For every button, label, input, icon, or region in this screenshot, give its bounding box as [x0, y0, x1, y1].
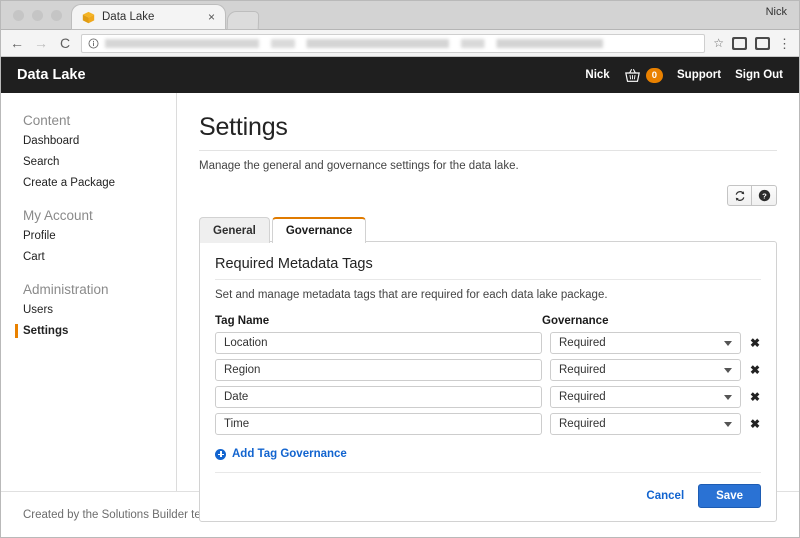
chevron-down-icon — [724, 368, 732, 373]
browser-profile-label[interactable]: Nick — [766, 6, 787, 18]
cart-button[interactable]: 0 — [624, 68, 663, 83]
refresh-icon — [734, 190, 746, 202]
tab-governance[interactable]: Governance — [272, 217, 366, 243]
table-header: Tag Name Governance — [215, 315, 761, 327]
tag-name-input[interactable]: Time — [215, 413, 542, 435]
forward-arrow-icon: → — [33, 36, 49, 50]
refresh-button[interactable] — [727, 185, 752, 206]
sign-out-link[interactable]: Sign Out — [735, 69, 783, 81]
sidebar-item-create-a-package[interactable]: Create a Package — [1, 173, 176, 194]
settings-tabs: General Governance — [199, 216, 777, 242]
browser-tab-title: Data Lake — [102, 11, 199, 23]
sidebar-item-settings[interactable]: Settings — [1, 321, 176, 342]
header-username[interactable]: Nick — [585, 69, 609, 81]
governance-select-value: Required — [559, 414, 724, 434]
page-toolbar-group: ? — [727, 185, 777, 206]
governance-select[interactable]: Required — [550, 413, 741, 435]
browser-tab-bar: Data Lake × Nick — [1, 1, 799, 30]
svg-text:?: ? — [762, 191, 767, 200]
table-row: Location Required ✖ — [215, 332, 761, 354]
add-tag-governance-label: Add Tag Governance — [232, 448, 347, 460]
browser-window: Data Lake × Nick ← → C ☆ ⋮ Data Lake Nic… — [0, 0, 800, 538]
delete-row-icon[interactable]: ✖ — [749, 391, 761, 403]
governance-select[interactable]: Required — [550, 332, 741, 354]
chevron-down-icon — [724, 422, 732, 427]
plus-circle-icon — [215, 449, 226, 460]
browser-tab[interactable]: Data Lake × — [72, 5, 225, 29]
address-bar-url-redacted — [105, 39, 698, 48]
application: Data Lake Nick 0 Support Sign Out Conte — [1, 57, 799, 537]
title-divider — [199, 150, 777, 151]
chevron-down-icon — [724, 395, 732, 400]
tag-name-input[interactable]: Region — [215, 359, 542, 381]
governance-select[interactable]: Required — [550, 359, 741, 381]
footer-text-before: Created by the Solutions Builder team. — [23, 509, 223, 521]
governance-select[interactable]: Required — [550, 386, 741, 408]
help-circle-icon: ? — [758, 189, 771, 202]
maximize-window-button[interactable] — [51, 10, 62, 21]
app-brand[interactable]: Data Lake — [17, 67, 86, 83]
extension-icon-one[interactable] — [732, 37, 747, 50]
chevron-down-icon — [724, 341, 732, 346]
delete-row-icon[interactable]: ✖ — [749, 337, 761, 349]
browser-menu-icon[interactable]: ⋮ — [778, 37, 791, 50]
reload-icon[interactable]: C — [57, 36, 73, 50]
save-button[interactable]: Save — [698, 484, 761, 508]
sidebar-group-my-account: My Account — [1, 208, 176, 226]
app-header-actions: Nick 0 Support Sign Out — [585, 68, 783, 83]
sidebar-item-users[interactable]: Users — [1, 300, 176, 321]
bookmark-star-icon[interactable]: ☆ — [713, 36, 724, 50]
sidebar-item-cart[interactable]: Cart — [1, 247, 176, 268]
app-header: Data Lake Nick 0 Support Sign Out — [1, 57, 799, 93]
table-row: Region Required ✖ — [215, 359, 761, 381]
close-icon[interactable]: × — [206, 11, 217, 23]
help-button[interactable]: ? — [752, 185, 777, 206]
cart-count-badge: 0 — [646, 68, 663, 83]
main-content: Settings Manage the general and governan… — [177, 93, 799, 491]
shopping-basket-icon — [624, 68, 641, 83]
sidebar-group-content: Content — [1, 113, 176, 131]
governance-select-value: Required — [559, 360, 724, 380]
column-header-tag-name: Tag Name — [215, 315, 542, 327]
tag-name-input[interactable]: Location — [215, 332, 542, 354]
panel-divider — [215, 279, 761, 280]
close-window-button[interactable] — [13, 10, 24, 21]
cancel-button[interactable]: Cancel — [646, 490, 684, 502]
back-arrow-icon[interactable]: ← — [9, 36, 25, 50]
package-box-icon — [82, 11, 95, 24]
browser-toolbar: ← → C ☆ ⋮ — [1, 30, 799, 57]
address-bar[interactable] — [81, 34, 705, 53]
extension-icon-two[interactable] — [755, 37, 770, 50]
sidebar-item-profile[interactable]: Profile — [1, 226, 176, 247]
new-tab-button[interactable] — [228, 12, 259, 29]
panel-subtitle: Set and manage metadata tags that are re… — [215, 289, 761, 301]
table-row: Date Required ✖ — [215, 386, 761, 408]
sidebar-group-administration: Administration — [1, 282, 176, 300]
minimize-window-button[interactable] — [32, 10, 43, 21]
add-tag-governance-link[interactable]: Add Tag Governance — [215, 448, 761, 460]
support-link[interactable]: Support — [677, 69, 721, 81]
page-toolbar: ? — [199, 185, 777, 206]
delete-row-icon[interactable]: ✖ — [749, 418, 761, 430]
panel-title: Required Metadata Tags — [215, 256, 761, 272]
sidebar: Content Dashboard Search Create a Packag… — [1, 93, 177, 491]
page-subtitle: Manage the general and governance settin… — [199, 160, 777, 172]
sidebar-item-dashboard[interactable]: Dashboard — [1, 131, 176, 152]
panel-actions: Cancel Save — [215, 484, 761, 508]
window-traffic-lights — [1, 10, 72, 29]
sidebar-item-search[interactable]: Search — [1, 152, 176, 173]
tag-name-input[interactable]: Date — [215, 386, 542, 408]
panel-footer-divider — [215, 472, 761, 473]
tab-general[interactable]: General — [199, 217, 270, 243]
governance-select-value: Required — [559, 387, 724, 407]
delete-row-icon[interactable]: ✖ — [749, 364, 761, 376]
governance-select-value: Required — [559, 333, 724, 353]
governance-panel: Required Metadata Tags Set and manage me… — [199, 241, 777, 522]
table-row: Time Required ✖ — [215, 413, 761, 435]
info-circle-icon — [88, 38, 99, 49]
app-body: Content Dashboard Search Create a Packag… — [1, 93, 799, 491]
column-header-governance: Governance — [542, 315, 761, 327]
page-title: Settings — [199, 113, 777, 142]
